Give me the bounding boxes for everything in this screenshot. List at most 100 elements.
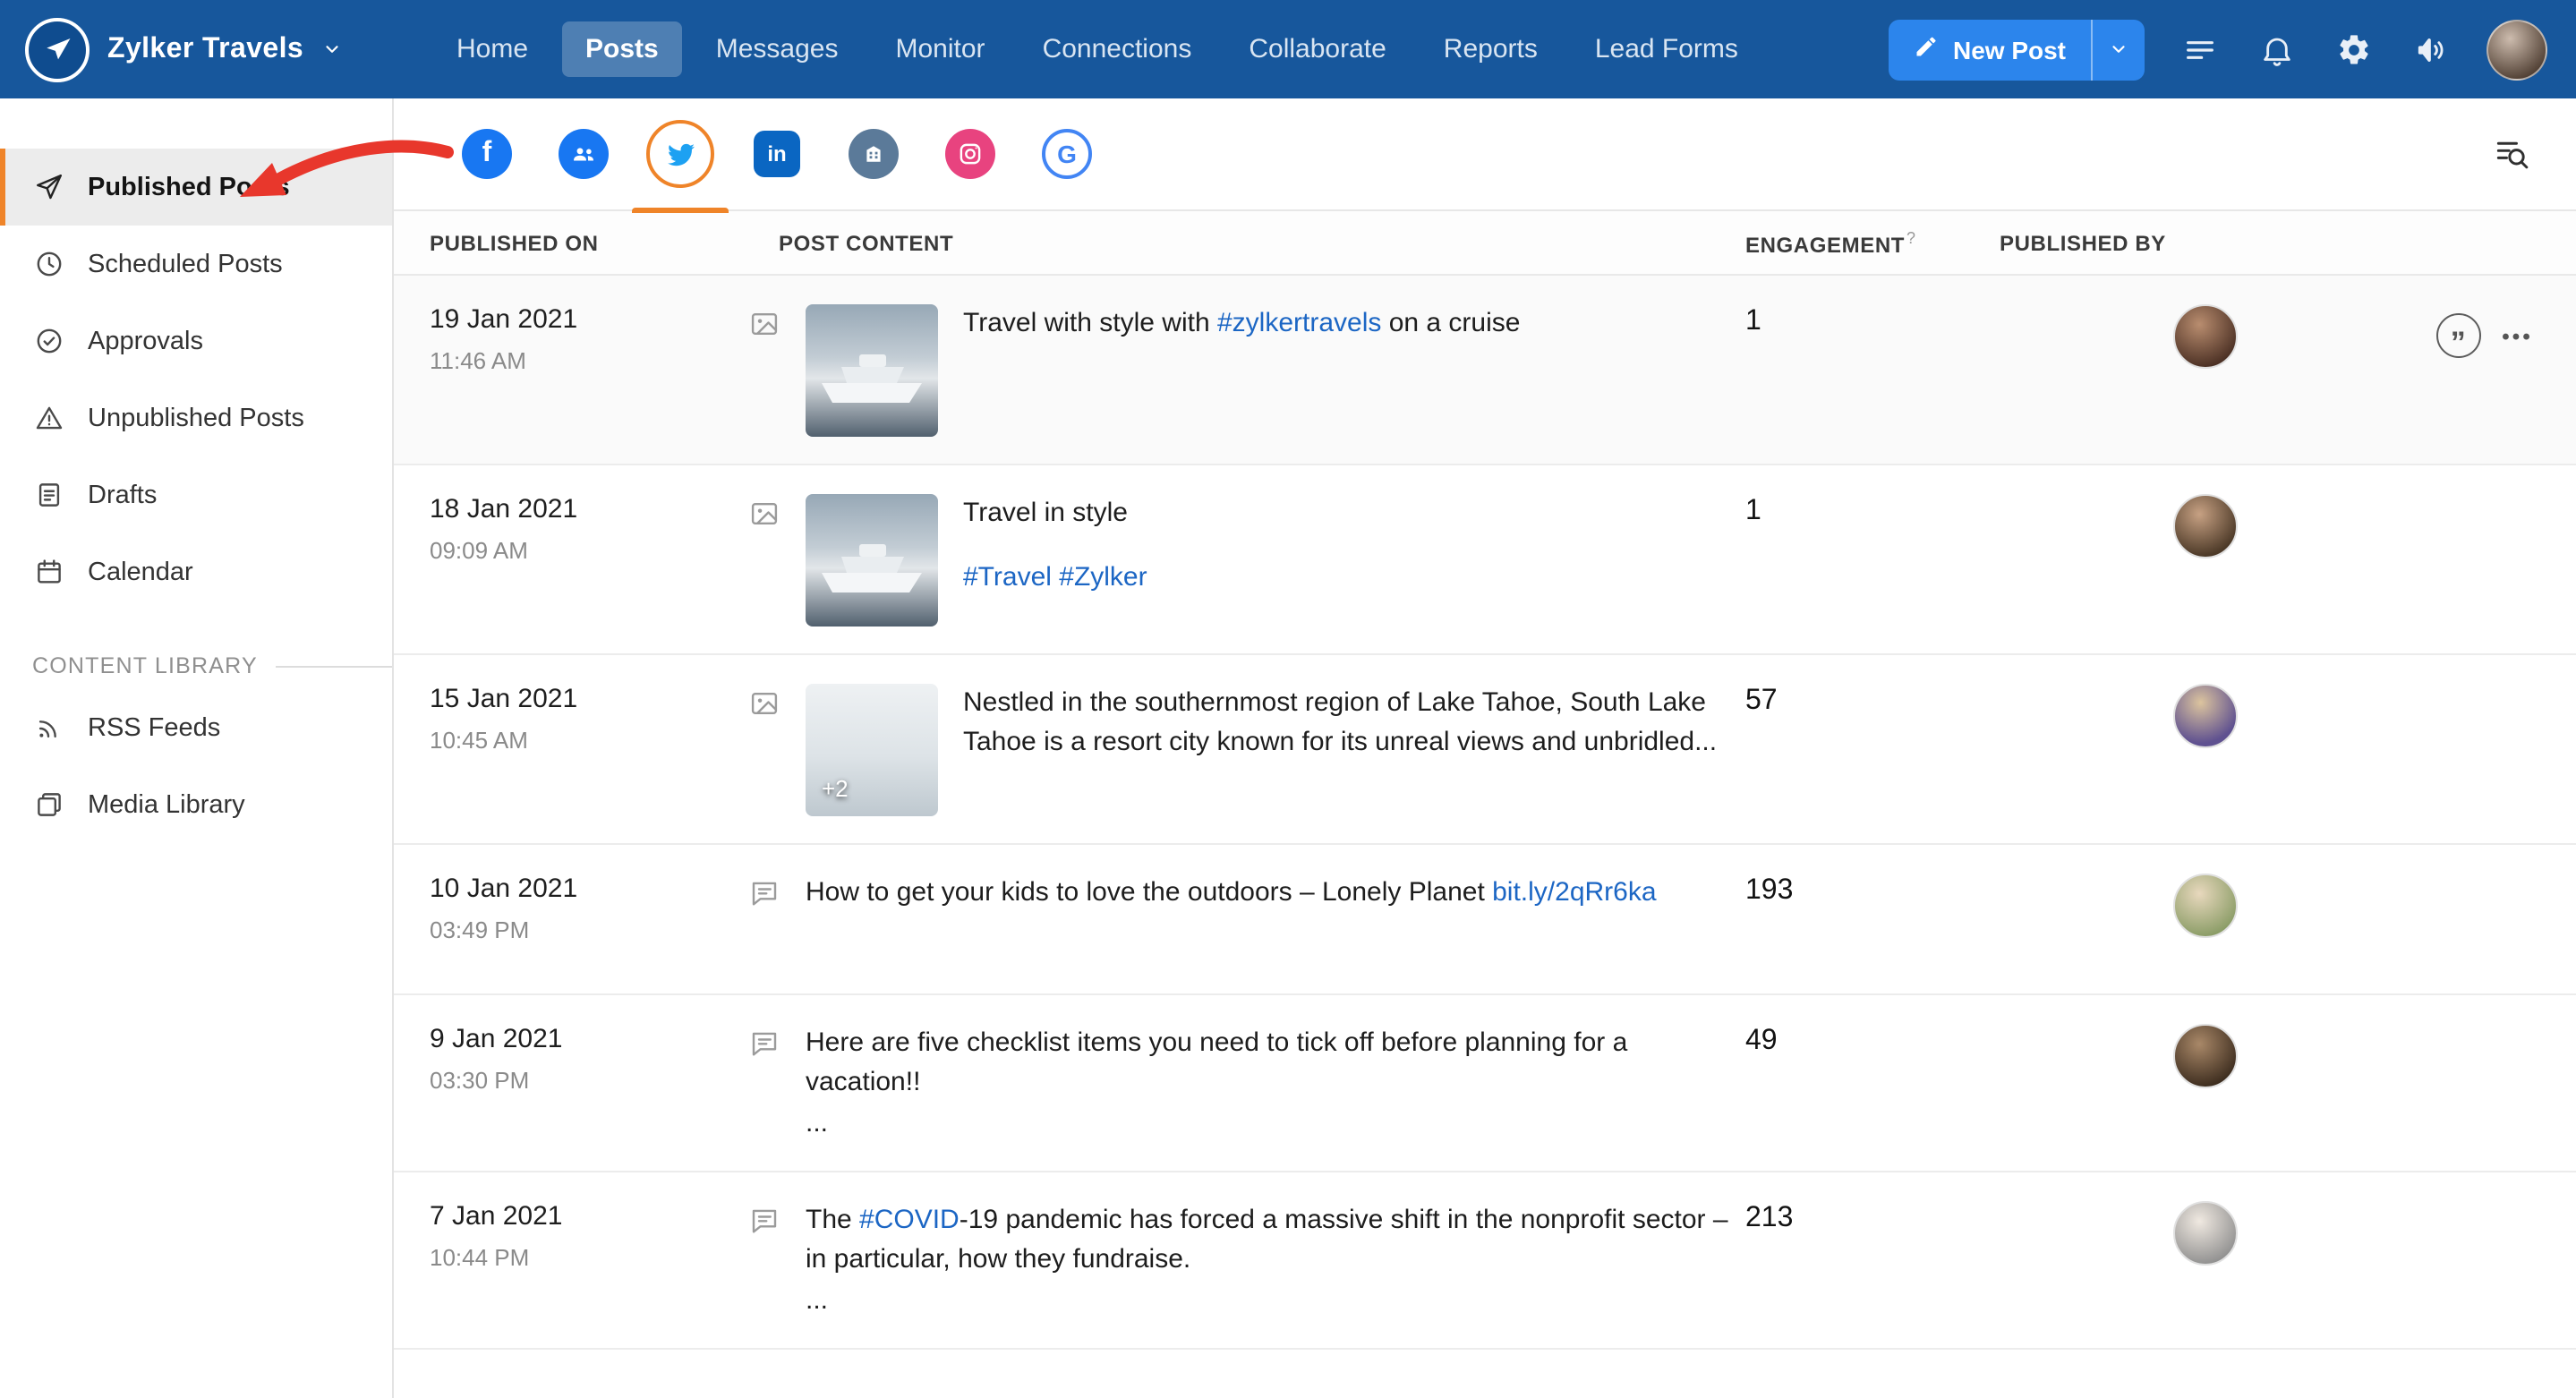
post-date: 18 Jan 2021 [430, 494, 716, 524]
new-post-button[interactable]: New Post [1889, 19, 2145, 80]
publisher-avatar [2173, 1201, 2238, 1266]
sidebar-item-calendar[interactable]: Calendar [0, 533, 392, 610]
feeds-list-icon[interactable] [2179, 28, 2222, 71]
status-post-icon [748, 877, 780, 909]
settings-gear-icon[interactable] [2333, 28, 2376, 71]
engagement-help-icon[interactable]: ? [1906, 228, 1916, 246]
status-post-icon [748, 1027, 780, 1060]
table-row[interactable]: 10 Jan 2021 03:49 PM How to get your kid… [394, 845, 2576, 995]
hashtag-link[interactable]: #COVID [859, 1205, 960, 1235]
post-time: 03:30 PM [430, 1067, 716, 1094]
sidebar-item-rss-feeds[interactable]: RSS Feeds [0, 689, 392, 766]
table-row[interactable]: 15 Jan 2021 10:45 AM +2 Nestled in the s… [394, 655, 2576, 845]
main-nav: Home Posts Messages Monitor Connections … [433, 21, 1761, 77]
hashtag-link[interactable]: #Travel #Zylker [963, 562, 1147, 592]
post-text: Travel in style #Travel #Zylker [963, 494, 1147, 598]
nav-connections[interactable]: Connections [1019, 21, 1215, 77]
sidebar-item-drafts[interactable]: Drafts [0, 456, 392, 533]
channel-google-my-business-icon[interactable]: G [1033, 120, 1101, 188]
post-time: 10:45 AM [430, 727, 716, 754]
channel-tabs: f in [394, 98, 2576, 211]
sidebar-item-scheduled-posts[interactable]: Scheduled Posts [0, 226, 392, 303]
post-date: 9 Jan 2021 [430, 1024, 716, 1054]
quote-reply-icon[interactable]: ” [2435, 313, 2480, 358]
more-images-badge: +2 [822, 775, 849, 802]
engagement-count: 213 [1735, 1201, 2000, 1235]
channel-facebook-group-icon[interactable] [550, 120, 618, 188]
table-row[interactable]: 18 Jan 2021 09:09 AM Travel in style #Tr… [394, 465, 2576, 655]
header-engagement[interactable]: ENGAGEMENT? [1735, 228, 2000, 257]
external-link[interactable]: bit.ly/2qRr6ka [1492, 877, 1656, 908]
notifications-bell-icon[interactable] [2256, 28, 2299, 71]
publisher-avatar [2173, 1024, 2238, 1088]
channel-instagram-icon[interactable] [936, 120, 1004, 188]
post-date: 7 Jan 2021 [430, 1201, 716, 1232]
announcements-megaphone-icon[interactable] [2410, 28, 2452, 71]
post-date: 15 Jan 2021 [430, 684, 716, 714]
chevron-down-icon [321, 39, 341, 59]
sidebar-item-label: Approvals [88, 327, 203, 355]
hashtag-link[interactable]: #zylkertravels [1217, 308, 1381, 338]
new-post-label: New Post [1953, 35, 2066, 64]
main-content: f in [394, 98, 2576, 1398]
table-row[interactable]: 7 Jan 2021 10:44 PM The #COVID-19 pandem… [394, 1172, 2576, 1350]
engagement-count: 1 [1735, 494, 2000, 528]
sidebar-item-approvals[interactable]: Approvals [0, 303, 392, 379]
brand-switcher[interactable]: Zylker Travels [0, 17, 387, 81]
media-stack-icon [32, 789, 64, 820]
nav-monitor[interactable]: Monitor [873, 21, 1009, 77]
channel-twitter-icon[interactable] [646, 120, 714, 188]
image-post-icon [748, 498, 780, 530]
sidebar-item-media-library[interactable]: Media Library [0, 766, 392, 843]
sidebar-item-label: Media Library [88, 790, 245, 819]
header-published-by: PUBLISHED BY [2000, 230, 2411, 255]
post-thumbnail[interactable]: +2 [806, 684, 938, 816]
channel-company-page-icon[interactable] [840, 120, 908, 188]
post-thumbnail[interactable] [806, 304, 938, 437]
post-text: How to get your kids to love the outdoor… [806, 874, 1657, 913]
engagement-count: 193 [1735, 874, 2000, 908]
user-avatar[interactable] [2486, 19, 2547, 80]
publisher-avatar [2173, 304, 2238, 369]
table-row[interactable]: 19 Jan 2021 11:46 AM Travel with style w… [394, 276, 2576, 465]
nav-messages[interactable]: Messages [693, 21, 862, 77]
nav-lead-forms[interactable]: Lead Forms [1572, 21, 1761, 77]
warning-triangle-icon [32, 403, 64, 433]
post-date: 19 Jan 2021 [430, 304, 716, 335]
table-row[interactable]: 9 Jan 2021 03:30 PM Here are five checkl… [394, 995, 2576, 1172]
sidebar-item-label: Calendar [88, 558, 193, 586]
new-post-dropdown[interactable] [2091, 19, 2145, 80]
channel-linkedin-icon[interactable]: in [743, 120, 811, 188]
sidebar-item-label: RSS Feeds [88, 713, 220, 742]
sidebar-item-label: Scheduled Posts [88, 250, 283, 278]
check-circle-icon [32, 326, 64, 356]
rss-icon [32, 712, 64, 743]
status-post-icon [748, 1205, 780, 1237]
post-time: 11:46 AM [430, 347, 716, 374]
engagement-count: 1 [1735, 304, 2000, 338]
image-post-icon [748, 687, 780, 720]
header-post-content: POST CONTENT [716, 230, 1735, 255]
post-text: The #COVID-19 pandemic has forced a mass… [806, 1201, 1735, 1321]
nav-home[interactable]: Home [433, 21, 551, 77]
channel-facebook-icon[interactable]: f [453, 120, 521, 188]
nav-collaborate[interactable]: Collaborate [1225, 21, 1409, 77]
calendar-icon [32, 557, 64, 587]
nav-posts[interactable]: Posts [562, 21, 682, 77]
top-navbar: Zylker Travels Home Posts Messages Monit… [0, 0, 2576, 98]
nav-reports[interactable]: Reports [1420, 21, 1561, 77]
post-time: 09:09 AM [430, 537, 716, 564]
sidebar-item-published-posts[interactable]: Published Posts [0, 149, 392, 226]
post-time: 10:44 PM [430, 1244, 716, 1271]
post-thumbnail[interactable] [806, 494, 938, 627]
sidebar-item-label: Drafts [88, 481, 157, 509]
find-posts-search-icon[interactable] [2492, 134, 2531, 174]
sidebar-item-unpublished-posts[interactable]: Unpublished Posts [0, 379, 392, 456]
app-window: Zylker Travels Home Posts Messages Monit… [0, 0, 2576, 1398]
clock-icon [32, 249, 64, 279]
sidebar-item-label: Published Posts [88, 173, 290, 201]
brand-name: Zylker Travels [107, 33, 303, 65]
more-options-icon[interactable]: ••• [2502, 323, 2533, 348]
truncation-ellipsis: ... [806, 1104, 1735, 1144]
image-post-icon [748, 308, 780, 340]
